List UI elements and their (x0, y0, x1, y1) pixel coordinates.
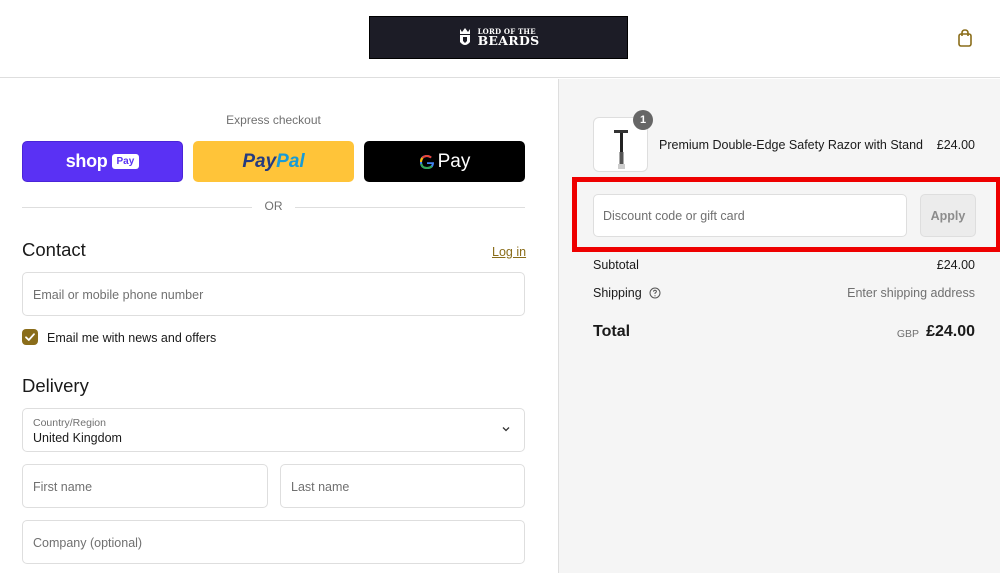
total-value: £24.00 (926, 323, 975, 340)
country-caption: Country/Region (33, 417, 106, 429)
order-summary: 1 Premium Double-Edge Safety Razor with … (558, 79, 1000, 573)
shipping-label: Shipping (593, 286, 642, 300)
divider-line-right (295, 207, 525, 208)
shop-pay-button[interactable]: shop Pay (22, 141, 183, 182)
company-placeholder: Company (optional) (33, 536, 143, 550)
google-g-icon (419, 154, 434, 169)
company-field[interactable]: Company (optional) (22, 520, 525, 564)
last-name-field[interactable]: Last name (280, 464, 525, 508)
newsletter-label: Email me with news and offers (47, 331, 217, 345)
shipping-label-row: Shipping (593, 286, 661, 300)
discount-placeholder: Discount code or gift card (603, 209, 745, 223)
shipping-value: Enter shipping address (847, 286, 975, 300)
store-logo[interactable]: LORD OF THE BEARDS (369, 16, 628, 59)
paypal-word-part1: Pay (242, 150, 277, 172)
email-field[interactable]: Email or mobile phone number (22, 272, 525, 316)
first-name-field[interactable]: First name (22, 464, 268, 508)
shopping-bag-icon[interactable] (955, 28, 975, 48)
or-text: OR (264, 199, 283, 213)
checkmark-icon (25, 333, 35, 341)
chevron-down-icon (502, 427, 510, 432)
product-price: £24.00 (936, 138, 975, 152)
log-in-link[interactable]: Log in (492, 245, 526, 259)
header: LORD OF THE BEARDS (0, 0, 1000, 78)
newsletter-checkbox[interactable] (22, 329, 38, 345)
checkout-form: Express checkout shop Pay PayPal Pay OR … (0, 79, 558, 573)
paypal-button[interactable]: PayPal (193, 141, 354, 182)
email-placeholder: Email or mobile phone number (33, 288, 204, 302)
google-pay-wordmark: Pay (419, 150, 471, 173)
last-name-placeholder: Last name (291, 480, 350, 494)
contact-heading: Contact (22, 239, 86, 260)
subtotal-value: £24.00 (936, 258, 975, 272)
apply-button[interactable]: Apply (920, 194, 976, 237)
shop-pay-wordmark: shop (65, 151, 108, 171)
help-circle-icon[interactable] (649, 287, 661, 299)
total-label: Total (593, 323, 631, 340)
crown-shield-icon (459, 27, 470, 45)
shop-pay-badge: Pay (111, 154, 140, 169)
total-currency: GBP (896, 328, 919, 340)
country-value: United Kingdom (33, 431, 122, 445)
express-checkout-label: Express checkout (226, 113, 321, 127)
delivery-heading: Delivery (22, 375, 89, 396)
quantity-badge: 1 (633, 110, 653, 130)
google-pay-label: Pay (437, 150, 471, 172)
first-name-placeholder: First name (33, 480, 93, 494)
product-name: Premium Double-Edge Safety Razor with St… (659, 138, 924, 152)
google-pay-button[interactable]: Pay (364, 141, 525, 182)
paypal-word-part2: Pal (276, 150, 305, 172)
paypal-wordmark: PayPal (242, 151, 304, 173)
logo-line-2: BEARDS (477, 32, 540, 48)
or-divider: OR (22, 199, 525, 215)
country-select[interactable]: Country/Region United Kingdom (22, 408, 525, 452)
logo-text: LORD OF THE BEARDS (478, 28, 540, 48)
subtotal-label: Subtotal (593, 258, 639, 272)
discount-code-input[interactable]: Discount code or gift card (593, 194, 907, 237)
